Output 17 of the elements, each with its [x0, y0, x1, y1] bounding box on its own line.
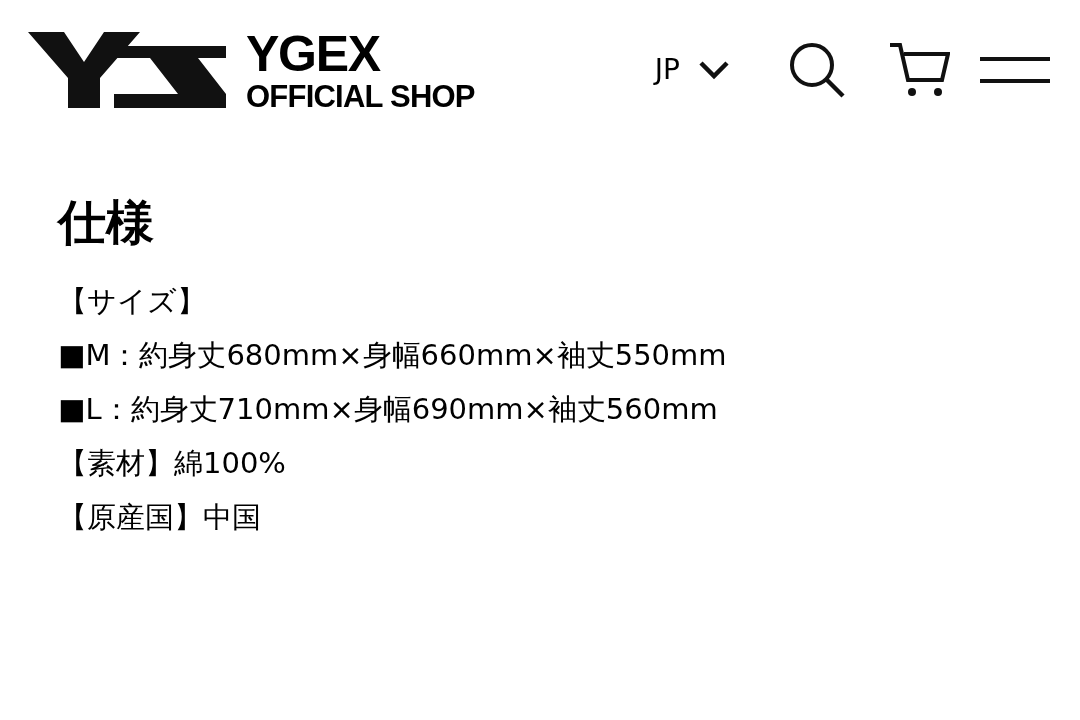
- spec-line: 【サイズ】: [58, 284, 207, 318]
- spec-line: 【素材】綿100%: [58, 446, 287, 480]
- spec-line: 【原産国】中国: [58, 500, 262, 534]
- search-button[interactable]: [788, 42, 846, 98]
- spec-line: ■M：約身丈680mm×身幅660mm×袖丈550mm: [58, 338, 728, 372]
- logo-icon: [28, 32, 226, 108]
- language-selector[interactable]: JP: [654, 49, 730, 91]
- brand-name: YGEX: [246, 28, 382, 79]
- spec-line: ■L：約身丈710mm×身幅690mm×袖丈560mm: [58, 392, 719, 426]
- menu-icon: [980, 55, 1050, 85]
- brand-subtitle: OFFICIAL SHOP: [246, 80, 475, 112]
- cart-icon: [888, 42, 950, 98]
- search-icon: [788, 42, 846, 98]
- section-title: 仕様: [58, 198, 155, 246]
- chevron-down-icon: [698, 60, 730, 80]
- cart-button[interactable]: [888, 42, 950, 98]
- menu-button[interactable]: [980, 55, 1050, 85]
